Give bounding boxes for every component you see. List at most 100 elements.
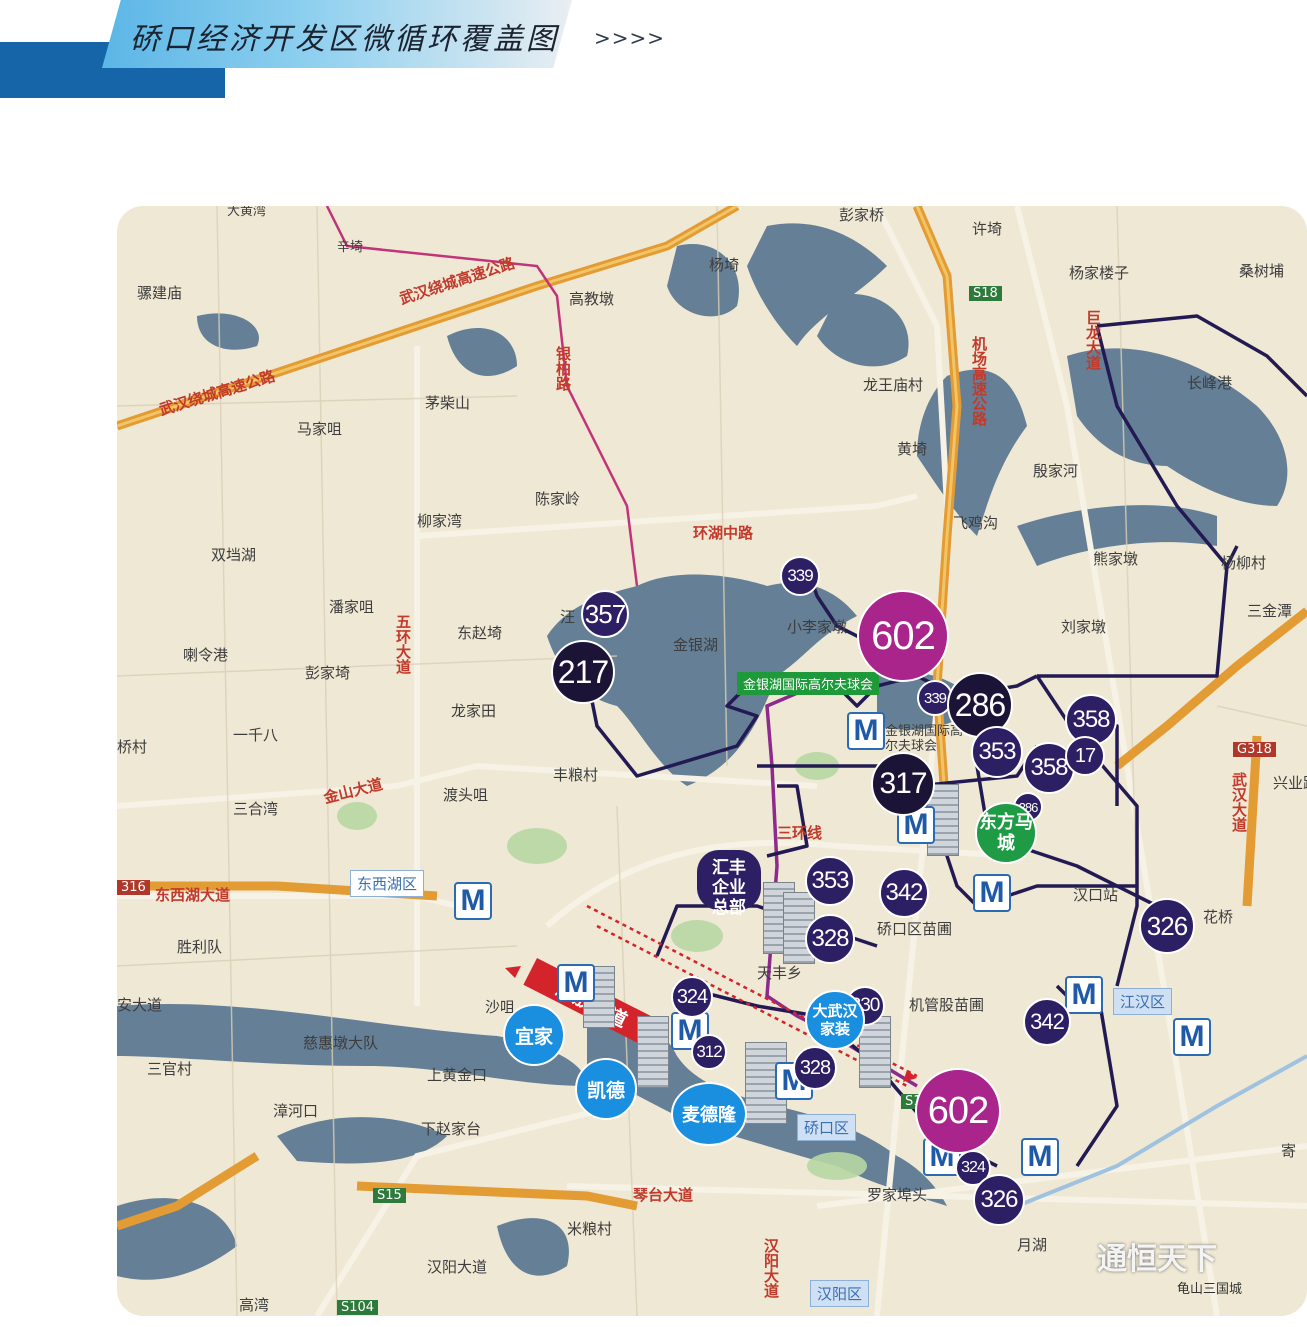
golf-station-label: 金银湖国际高尔夫球会 (885, 724, 964, 754)
place-label: 天丰乡 (757, 964, 803, 982)
place-label: 马家咀 (297, 420, 343, 438)
metro-icon[interactable]: M (1173, 1018, 1211, 1056)
place-label: 渡头咀 (443, 786, 489, 804)
place-label: 汉口站 (1073, 886, 1119, 904)
place-label: 大黄湾 (227, 206, 267, 219)
route-badge-317[interactable]: 317 (871, 752, 935, 816)
place-label: 长峰港 (1187, 374, 1233, 392)
page-title: 硚口经济开发区微循环覆盖图 (130, 22, 559, 57)
place-label: 硚口区苗圃 (877, 920, 953, 938)
place-label: 机管股苗圃 (909, 996, 985, 1014)
arrow-head-left (505, 966, 521, 978)
road-label: 五环大道 (394, 614, 412, 674)
place-label: 上黄金口 (427, 1066, 488, 1084)
place-label: 潘家咀 (329, 598, 375, 616)
place-label: 寄 (1281, 1142, 1297, 1160)
route-badge-17[interactable]: 17 (1065, 736, 1105, 776)
railway-line (1016, 1054, 1307, 1208)
dongfang-horse-city-badge[interactable]: 东方马城 (975, 802, 1037, 864)
place-label: 桑树埔 (1239, 262, 1285, 280)
place-label: 高湾 (239, 1296, 270, 1314)
huifeng-hq-badge[interactable]: 汇丰企业总部 (697, 850, 761, 918)
place-label: 刘家墩 (1061, 618, 1107, 636)
route-badge-353[interactable]: 353 (805, 856, 855, 906)
place-label: 陈家岭 (535, 490, 581, 508)
place-label: 殷家河 (1033, 462, 1079, 480)
place-label: 米粮村 (567, 1220, 613, 1238)
dawuhan-home-badge[interactable]: 大武汉家装 (805, 990, 865, 1050)
place-label: 茅柴山 (425, 394, 471, 412)
route-badge-342[interactable]: 342 (879, 868, 929, 918)
place-label: 龙家田 (451, 702, 497, 720)
district-label: 汉阳区 (810, 1280, 870, 1307)
place-label: 下赵家台 (421, 1120, 482, 1138)
place-label: 兴业路 (1273, 774, 1307, 792)
place-label: 三金潭 (1247, 602, 1293, 620)
place-label: 双垱湖 (211, 546, 257, 564)
place-label: 杨埼 (709, 256, 740, 274)
road-label: 琴台大道 (633, 1186, 694, 1204)
ikea-badge[interactable]: 宜家 (503, 1004, 565, 1066)
place-label: 罗家埠头 (867, 1186, 928, 1204)
route-badge-328[interactable]: 328 (805, 914, 855, 964)
golf-club-label[interactable]: 金银湖国际高尔夫球会 (737, 672, 880, 695)
route-badge-339[interactable]: 339 (780, 556, 820, 596)
place-label: 三合湾 (233, 800, 279, 818)
metro-icon[interactable]: M (847, 712, 885, 750)
place-label: 金银湖 (673, 636, 719, 654)
metro-icon[interactable]: M (1021, 1138, 1059, 1176)
place-label: 龙王庙村 (863, 376, 924, 394)
place-label: 月湖 (1017, 1236, 1048, 1254)
place-label: 彭家桥 (839, 206, 885, 224)
route-badge-312[interactable]: 312 (691, 1034, 727, 1070)
route-badge-324[interactable]: 324 (671, 976, 713, 1018)
metro-icon[interactable]: M (1065, 976, 1103, 1014)
metro-ag-badge[interactable]: 麦德隆 (671, 1082, 747, 1146)
place-label: 胜利队 (177, 938, 223, 956)
place-label: 桥村 (117, 738, 148, 756)
road-label: 东西湖大道 (155, 886, 231, 904)
district-label: 江汉区 (1113, 988, 1173, 1015)
place-label: 辛埼 (337, 240, 364, 255)
place-label: 熊家墩 (1093, 550, 1139, 568)
route-badge-602[interactable]: 602 (857, 590, 949, 682)
place-label: 丰粮村 (553, 766, 599, 784)
place-label: 安大道 (117, 996, 163, 1014)
place-label: 三官村 (147, 1060, 193, 1078)
place-label: 慈惠墩大队 (303, 1034, 379, 1052)
road-label: 银柏路 (554, 346, 572, 391)
place-label: 黄埼 (897, 440, 928, 458)
place-label: 一千八 (233, 726, 279, 744)
route-badge-357[interactable]: 357 (581, 590, 629, 638)
header-arrows: >>>> (594, 26, 666, 50)
place-label: 小李家墩 (787, 618, 848, 636)
route-badge-602[interactable]: 602 (915, 1068, 1001, 1154)
place-label: 汪 (560, 608, 576, 626)
map-base (117, 206, 1307, 1316)
place-label: 杨柳村 (1221, 554, 1267, 572)
capitaland-badge[interactable]: 凯德 (575, 1058, 637, 1120)
route-badge-328[interactable]: 328 (793, 1046, 837, 1090)
route-badge-326[interactable]: 326 (1139, 898, 1195, 954)
highway-shield: S18 (969, 286, 1002, 301)
route-badge-326[interactable]: 326 (973, 1174, 1025, 1226)
place-label: 飞鸡沟 (953, 514, 999, 532)
route-badge-353[interactable]: 353 (971, 726, 1023, 778)
metro-icon[interactable]: M (973, 874, 1011, 912)
place-label: 许埼 (972, 220, 1003, 238)
place-label: 高教墩 (569, 290, 615, 308)
place-label: 骡建庙 (137, 284, 183, 302)
place-label: 漳河口 (273, 1102, 319, 1120)
district-label: 硚口区 (797, 1114, 857, 1141)
map-panel[interactable]: 大黄湾 辛埼 骡建庙 高教墩 杨埼 彭家桥 许埼 杨家楼子 桑树埔 茅柴山 马家… (117, 206, 1307, 1316)
road-label: 巨龙大道 (1084, 310, 1102, 370)
route-badge-217[interactable]: 217 (551, 640, 615, 704)
highway-shield: S15 (373, 1188, 406, 1203)
road-label: 武汉大道 (1230, 772, 1248, 832)
metro-icon[interactable]: M (454, 882, 492, 920)
route-badge-342[interactable]: 342 (1023, 998, 1071, 1046)
highway-shield: G318 (1233, 742, 1276, 757)
place-label: 柳家湾 (417, 512, 463, 530)
metro-icon[interactable]: M (557, 964, 595, 1002)
place-label: 东赵埼 (457, 624, 503, 642)
